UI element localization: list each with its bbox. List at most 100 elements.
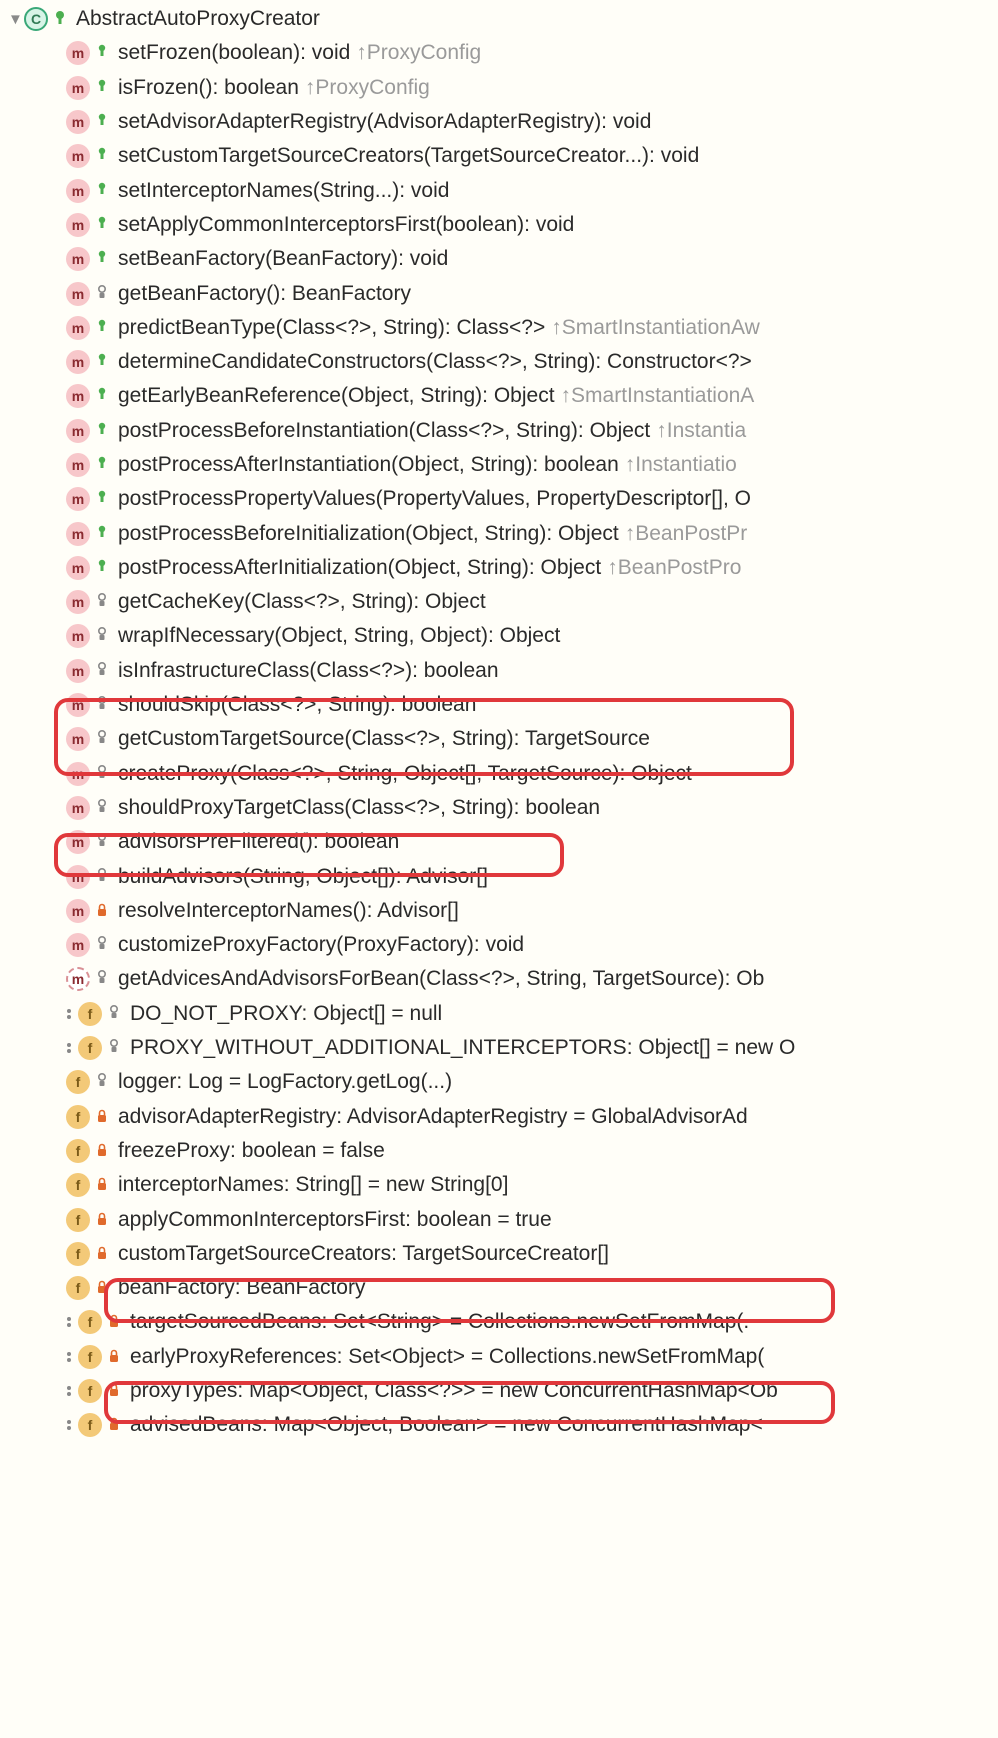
member-row[interactable]: m shouldSkip(Class<?>, String): boolean	[0, 688, 998, 722]
member-signature: shouldProxyTargetClass(Class<?>, String)…	[118, 796, 600, 820]
member-row[interactable]: msetAdvisorAdapterRegistry(AdvisorAdapte…	[0, 105, 998, 139]
member-row[interactable]: mdetermineCandidateConstructors(Class<?>…	[0, 345, 998, 379]
field-icon: f	[78, 1413, 102, 1437]
member-row[interactable]: fproxyTypes: Map<Object, Class<?>> = new…	[0, 1374, 998, 1408]
member-row[interactable]: mpredictBeanType(Class<?>, String): Clas…	[0, 311, 998, 345]
public-icon	[94, 181, 110, 201]
method-icon: m	[66, 796, 90, 820]
field-icon: f	[66, 1242, 90, 1266]
method-icon: m	[66, 624, 90, 648]
member-row[interactable]: misInfrastructureClass(Class<?>): boolea…	[0, 654, 998, 688]
member-row[interactable]: fPROXY_WITHOUT_ADDITIONAL_INTERCEPTORS: …	[0, 1031, 998, 1065]
member-row[interactable]: fadvisedBeans: Map<Object, Boolean> = ne…	[0, 1408, 998, 1442]
field-icon: f	[78, 1379, 102, 1403]
private-icon	[94, 1141, 110, 1161]
member-signature: PROXY_WITHOUT_ADDITIONAL_INTERCEPTORS: O…	[130, 1036, 795, 1060]
member-signature: isFrozen(): boolean	[118, 76, 299, 100]
member-signature: buildAdvisors(String, Object[]): Advisor…	[118, 865, 488, 889]
method-icon: m	[66, 76, 90, 100]
member-signature: isInfrastructureClass(Class<?>): boolean	[118, 659, 499, 683]
member-row[interactable]: mgetBeanFactory(): BeanFactory	[0, 276, 998, 310]
protected-icon	[106, 1004, 122, 1024]
member-origin: ↑BeanPostPro	[607, 556, 741, 580]
static-icon	[62, 1379, 76, 1403]
private-icon	[94, 901, 110, 921]
public-icon	[94, 455, 110, 475]
member-row[interactable]: fbeanFactory: BeanFactory	[0, 1271, 998, 1305]
member-signature: logger: Log = LogFactory.getLog(...)	[118, 1070, 452, 1094]
member-row[interactable]: mgetCustomTargetSource(Class<?>, String)…	[0, 722, 998, 756]
member-row[interactable]: fDO_NOT_PROXY: Object[] = null	[0, 997, 998, 1031]
field-icon: f	[66, 1105, 90, 1129]
member-row[interactable]: m shouldProxyTargetClass(Class<?>, String…	[0, 791, 998, 825]
member-row[interactable]: mgetCacheKey(Class<?>, String): Object	[0, 585, 998, 619]
member-origin: ↑SmartInstantiationA	[561, 384, 755, 408]
member-origin: ↑Instantia	[656, 419, 746, 443]
member-row[interactable]: msetFrozen(boolean): void↑ProxyConfig	[0, 36, 998, 70]
member-row[interactable]: mpostProcessAfterInstantiation(Object, S…	[0, 448, 998, 482]
member-row[interactable]: ftargetSourcedBeans: Set<String> = Colle…	[0, 1305, 998, 1339]
member-row[interactable]: msetBeanFactory(BeanFactory): void	[0, 242, 998, 276]
private-icon	[106, 1312, 122, 1332]
field-icon: f	[78, 1310, 102, 1334]
member-row[interactable]: mwrapIfNecessary(Object, String, Object)…	[0, 619, 998, 653]
expand-arrow-icon[interactable]: ▼	[8, 11, 20, 28]
method-icon: m	[66, 316, 90, 340]
member-row[interactable]: mpostProcessBeforeInstantiation(Class<?>…	[0, 414, 998, 448]
member-row[interactable]: mpostProcessAfterInitialization(Object, …	[0, 551, 998, 585]
member-row[interactable]: fadvisorAdapterRegistry: AdvisorAdapterR…	[0, 1100, 998, 1134]
member-row[interactable]: mgetAdvicesAndAdvisorsForBean(Class<?>, …	[0, 962, 998, 996]
public-icon	[94, 215, 110, 235]
class-row[interactable]: ▼ C AbstractAutoProxyCreator	[0, 2, 998, 36]
method-icon: m	[66, 419, 90, 443]
method-icon: m	[66, 247, 90, 271]
public-icon	[94, 558, 110, 578]
protected-icon	[94, 832, 110, 852]
protected-icon	[94, 798, 110, 818]
field-icon: f	[66, 1173, 90, 1197]
class-icon: C	[24, 7, 48, 31]
field-icon: f	[66, 1070, 90, 1094]
member-row[interactable]: fearlyProxyReferences: Set<Object> = Col…	[0, 1340, 998, 1374]
member-row[interactable]: madvisorsPreFiltered(): boolean	[0, 825, 998, 859]
member-row[interactable]: mgetEarlyBeanReference(Object, String): …	[0, 379, 998, 413]
member-row[interactable]: finterceptorNames: String[] = new String…	[0, 1168, 998, 1202]
public-icon	[94, 318, 110, 338]
member-row[interactable]: mbuildAdvisors(String, Object[]): Adviso…	[0, 859, 998, 893]
method-abs-icon: m	[66, 967, 90, 991]
member-signature: setCustomTargetSourceCreators(TargetSour…	[118, 144, 699, 168]
method-icon: m	[66, 487, 90, 511]
protected-icon	[94, 626, 110, 646]
field-icon: f	[66, 1208, 90, 1232]
public-icon	[94, 146, 110, 166]
private-icon	[106, 1415, 122, 1435]
member-row[interactable]: mresolveInterceptorNames(): Advisor[]	[0, 894, 998, 928]
member-origin: ↑SmartInstantiationAw	[551, 316, 760, 340]
protected-icon	[94, 969, 110, 989]
public-icon	[52, 9, 68, 29]
protected-icon	[94, 764, 110, 784]
member-row[interactable]: mpostProcessBeforeInitialization(Object,…	[0, 516, 998, 550]
member-row[interactable]: mcreateProxy(Class<?>, String, Object[],…	[0, 757, 998, 791]
member-row[interactable]: ffreezeProxy: boolean = false	[0, 1134, 998, 1168]
member-origin: ↑ProxyConfig	[356, 41, 481, 65]
method-icon: m	[66, 933, 90, 957]
member-row[interactable]: m customizeProxyFactory(ProxyFactory): vo…	[0, 928, 998, 962]
member-row[interactable]: fapplyCommonInterceptorsFirst: boolean =…	[0, 1202, 998, 1236]
member-signature: shouldSkip(Class<?>, String): boolean	[118, 693, 476, 717]
private-icon	[94, 1175, 110, 1195]
member-row[interactable]: fcustomTargetSourceCreators: TargetSourc…	[0, 1237, 998, 1271]
member-row[interactable]: f logger: Log = LogFactory.getLog(...)	[0, 1065, 998, 1099]
member-row[interactable]: msetInterceptorNames(String...): void	[0, 173, 998, 207]
member-row[interactable]: msetCustomTargetSourceCreators(TargetSou…	[0, 139, 998, 173]
member-origin: ↑Instantiatio	[625, 453, 737, 477]
member-row[interactable]: mpostProcessPropertyValues(PropertyValue…	[0, 482, 998, 516]
member-signature: customizeProxyFactory(ProxyFactory): voi…	[118, 933, 524, 957]
method-icon: m	[66, 693, 90, 717]
member-row[interactable]: msetApplyCommonInterceptorsFirst(boolean…	[0, 208, 998, 242]
protected-icon	[94, 729, 110, 749]
field-icon: f	[66, 1139, 90, 1163]
member-row[interactable]: misFrozen(): boolean↑ProxyConfig	[0, 71, 998, 105]
member-signature: advisorsPreFiltered(): boolean	[118, 830, 399, 854]
method-icon: m	[66, 41, 90, 65]
